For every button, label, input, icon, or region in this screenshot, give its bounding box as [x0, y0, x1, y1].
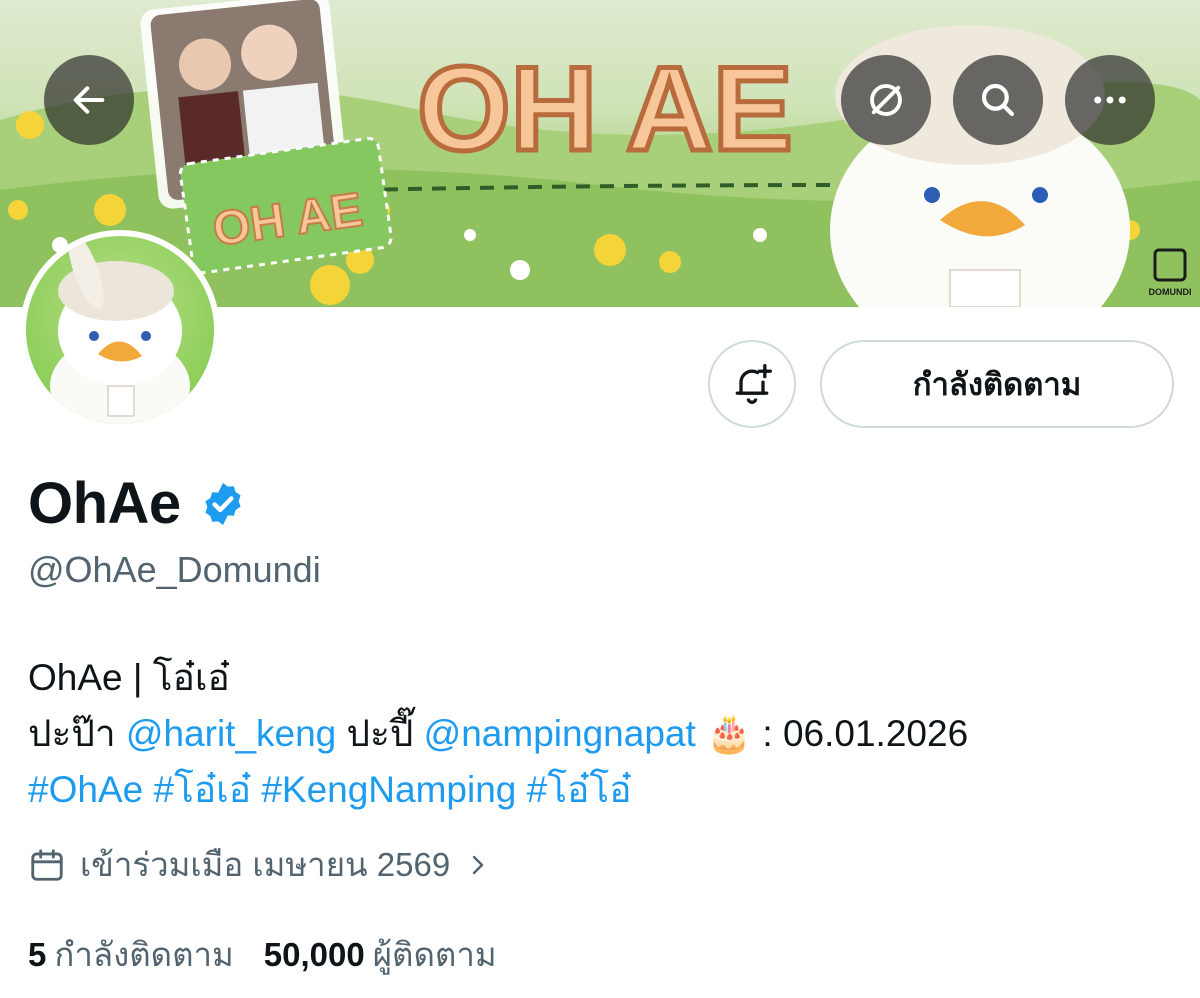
- arrow-left-icon: [73, 86, 105, 114]
- back-button[interactable]: [44, 55, 134, 145]
- followers-stat[interactable]: 50,000 ผู้ติดตาม: [264, 928, 497, 981]
- search-button[interactable]: [953, 55, 1043, 145]
- hashtag-link[interactable]: #KengNamping: [261, 769, 516, 810]
- avatar-image: [26, 236, 214, 424]
- followers-count: 50,000: [263, 936, 365, 973]
- bio-date: : 06.01.2026: [752, 713, 969, 754]
- follow-stats: 5 กำลังติดตาม 50,000 ผู้ติดตาม: [28, 928, 497, 981]
- notifications-button[interactable]: [708, 340, 796, 428]
- hashtag-link[interactable]: #OhAe: [28, 769, 143, 810]
- avatar[interactable]: [20, 230, 220, 430]
- following-button[interactable]: กำลังติดตาม: [820, 340, 1174, 428]
- banner-title: OH AE: [417, 42, 793, 176]
- more-horizontal-icon: [1094, 96, 1126, 104]
- eye-slash-icon: [870, 84, 902, 116]
- calendar-icon: [31, 848, 63, 881]
- hashtag-link[interactable]: #โอ๋เอ๋: [153, 769, 251, 810]
- chevron-right-icon: [472, 855, 484, 874]
- hashtag-link[interactable]: #โอ๋โอ๋: [527, 769, 632, 810]
- mention-link[interactable]: @harit_keng: [126, 713, 336, 754]
- bio-line-1: OhAe | โอ๋เอ๋: [28, 657, 230, 698]
- duck-mascot-image: [50, 236, 190, 424]
- verified-badge-icon[interactable]: [199, 480, 247, 528]
- bio-text: ปะป๊า: [28, 713, 126, 754]
- bio-hashtags: #OhAe #โอ๋เอ๋ #KengNamping #โอ๋โอ๋: [28, 762, 968, 818]
- profile-bio: OhAe | โอ๋เอ๋ ปะป๊า @harit_keng ปะปี๊ @n…: [28, 650, 968, 818]
- bio-text: ปะปี๊: [336, 713, 424, 754]
- joined-date-row[interactable]: เข้าร่วมเมือ เมษายน 2569: [28, 838, 490, 891]
- brand-mark: DOMUNDI: [1149, 287, 1192, 297]
- display-name: OhAe: [28, 471, 181, 536]
- username-handle: @OhAe_Domundi: [28, 549, 321, 590]
- hide-button[interactable]: [841, 55, 931, 145]
- profile-name-row: OhAe: [28, 470, 247, 537]
- mention-link[interactable]: @nampingnapat: [424, 713, 696, 754]
- bio-line-2: ปะป๊า @harit_keng ปะปี๊ @nampingnapat 🎂 …: [28, 706, 968, 762]
- following-count: 5: [28, 936, 47, 973]
- following-stat[interactable]: 5 กำลังติดตาม: [28, 928, 234, 981]
- bell-plus-icon: [735, 364, 772, 404]
- search-icon: [981, 83, 1015, 117]
- more-button[interactable]: [1065, 55, 1155, 145]
- following-label: กำลังติดตาม: [54, 936, 234, 973]
- joined-date: เข้าร่วมเมือ เมษายน 2569: [80, 846, 451, 883]
- cake-emoji: 🎂: [706, 713, 753, 754]
- followers-label: ผู้ติดตาม: [372, 936, 497, 973]
